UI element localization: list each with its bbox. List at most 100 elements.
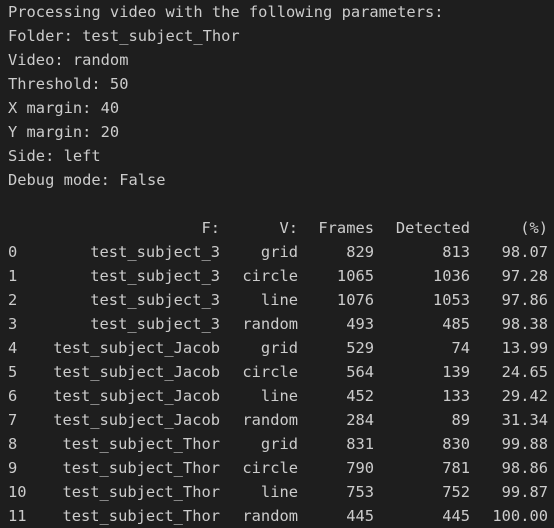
table-row: 8 test_subject_Thor grid 831 830 99.88 [8, 432, 554, 456]
cell-v: circle [242, 363, 298, 381]
output-line-side: Side: left [8, 147, 101, 165]
cell-detected: 74 [451, 339, 470, 357]
cell-pct: 97.86 [501, 291, 548, 309]
output-line-threshold: Threshold: 50 [8, 75, 129, 93]
cell-v: random [242, 507, 298, 525]
header-detected: Detected [395, 219, 470, 237]
table-row: 10 test_subject_Thor line 753 752 99.87 [8, 480, 554, 504]
cell-index: 3 [8, 315, 18, 333]
cell-pct: 98.38 [501, 315, 548, 333]
cell-f: test_subject_Thor [62, 435, 220, 453]
output-line-x-margin: X margin: 40 [8, 99, 120, 117]
cell-f: test_subject_Jacob [53, 339, 220, 357]
table-row: 1 test_subject_3 circle 1065 1036 97.28 [8, 264, 554, 288]
cell-v: line [260, 387, 298, 405]
cell-f: test_subject_Thor [62, 483, 220, 501]
cell-index: 2 [8, 291, 18, 309]
table-header-row: F: V: Frames Detected (%) [8, 216, 554, 240]
cell-v: circle [242, 267, 298, 285]
cell-v: grid [260, 339, 298, 357]
cell-f: test_subject_Thor [62, 459, 220, 477]
cell-pct: 31.34 [501, 411, 548, 429]
cell-frames: 1065 [336, 267, 374, 285]
cell-f: test_subject_Jacob [53, 363, 220, 381]
cell-v: grid [260, 435, 298, 453]
cell-pct: 100.00 [492, 507, 548, 525]
cell-f: test_subject_Jacob [53, 387, 220, 405]
cell-index: 4 [8, 339, 18, 357]
header-f: F: [201, 219, 220, 237]
cell-index: 11 [8, 507, 27, 525]
cell-pct: 99.88 [501, 435, 548, 453]
table-row: 6 test_subject_Jacob line 452 133 29.42 [8, 384, 554, 408]
cell-frames: 445 [346, 507, 374, 525]
cell-detected: 830 [442, 435, 470, 453]
table-row: 0 test_subject_3 grid 829 813 98.07 [8, 240, 554, 264]
cell-index: 1 [8, 267, 18, 285]
output-line-processing: Processing video with the following para… [8, 3, 444, 21]
cell-index: 7 [8, 411, 18, 429]
cell-frames: 790 [346, 459, 374, 477]
cell-index: 5 [8, 363, 18, 381]
cell-frames: 493 [346, 315, 374, 333]
output-line-y-margin: Y margin: 20 [8, 123, 120, 141]
terminal-output: Processing video with the following para… [8, 0, 554, 525]
cell-v: random [242, 411, 298, 429]
cell-f: test_subject_Thor [62, 507, 220, 525]
table-body: 0 test_subject_3 grid 829 813 98.07 1 test_subj… [8, 240, 554, 528]
cell-frames: 829 [346, 243, 374, 261]
table-row: 2 test_subject_3 line 1076 1053 97.86 [8, 288, 554, 312]
cell-index: 8 [8, 435, 18, 453]
scrollbar[interactable] [548, 0, 554, 524]
cell-pct: 24.65 [501, 363, 548, 381]
output-line-debug-mode: Debug mode: False [8, 171, 166, 189]
header-pct: (%) [520, 219, 548, 237]
table-row: 3 test_subject_3 random 493 485 98.38 [8, 312, 554, 336]
cell-frames: 452 [346, 387, 374, 405]
cell-index: 9 [8, 459, 18, 477]
table-row: 5 test_subject_Jacob circle 564 139 24.65 [8, 360, 554, 384]
cell-f: test_subject_3 [90, 291, 220, 309]
cell-detected: 139 [442, 363, 470, 381]
cell-f: test_subject_Jacob [53, 411, 220, 429]
cell-frames: 753 [346, 483, 374, 501]
cell-pct: 97.28 [501, 267, 548, 285]
cell-detected: 813 [442, 243, 470, 261]
cell-f: test_subject_3 [90, 243, 220, 261]
cell-v: random [242, 315, 298, 333]
cell-detected: 133 [442, 387, 470, 405]
table-row: 7 test_subject_Jacob random 284 89 31.34 [8, 408, 554, 432]
cell-index: 0 [8, 243, 18, 261]
cell-pct: 98.86 [501, 459, 548, 477]
cell-detected: 485 [442, 315, 470, 333]
cell-frames: 284 [346, 411, 374, 429]
table-row: 4 test_subject_Jacob grid 529 74 13.99 [8, 336, 554, 360]
cell-f: test_subject_3 [90, 267, 220, 285]
cell-detected: 781 [442, 459, 470, 477]
cell-detected: 89 [451, 411, 470, 429]
cell-index: 10 [8, 483, 27, 501]
cell-index: 6 [8, 387, 18, 405]
table-row: 11 test_subject_Thor random 445 445 100.00 [8, 504, 554, 528]
cell-frames: 564 [346, 363, 374, 381]
output-line-video: Video: random [8, 51, 129, 69]
cell-v: line [260, 483, 298, 501]
cell-frames: 529 [346, 339, 374, 357]
cell-detected: 1053 [432, 291, 470, 309]
header-index [8, 216, 32, 240]
cell-frames: 1076 [336, 291, 374, 309]
cell-pct: 99.87 [501, 483, 548, 501]
header-frames: Frames [318, 219, 374, 237]
cell-v: grid [260, 243, 298, 261]
header-v: V: [279, 219, 298, 237]
cell-f: test_subject_3 [90, 315, 220, 333]
cell-pct: 98.07 [501, 243, 548, 261]
cell-frames: 831 [346, 435, 374, 453]
table-row: 9 test_subject_Thor circle 790 781 98.86 [8, 456, 554, 480]
output-line-folder: Folder: test_subject_Thor [8, 27, 240, 45]
cell-v: line [260, 291, 298, 309]
cell-pct: 29.42 [501, 387, 548, 405]
cell-detected: 752 [442, 483, 470, 501]
cell-detected: 445 [442, 507, 470, 525]
